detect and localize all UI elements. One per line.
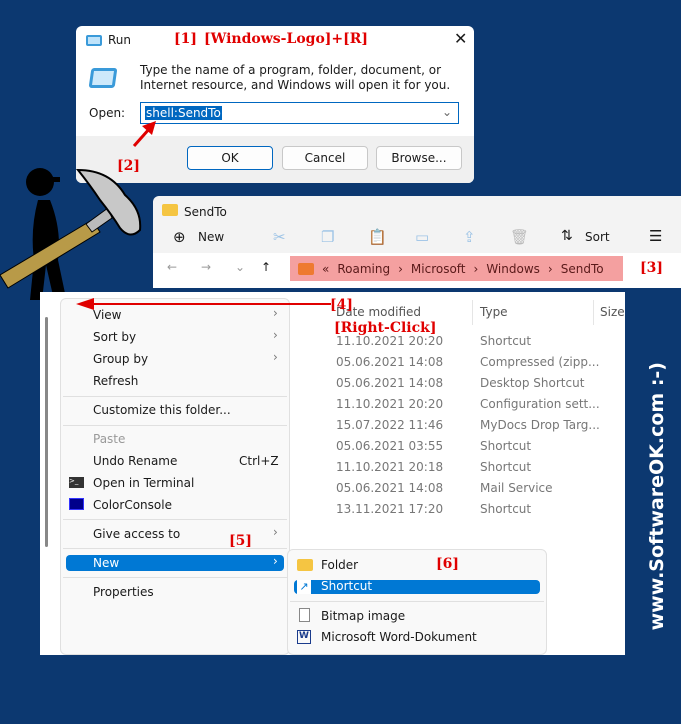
context-menu: View › Sort by › Group by › Refresh Customi… bbox=[60, 298, 290, 655]
menu-item-colorconsole[interactable]: ColorConsole bbox=[93, 495, 172, 515]
sort-button[interactable]: Sort bbox=[585, 230, 610, 244]
folder-icon bbox=[298, 262, 314, 275]
run-large-icon bbox=[88, 68, 118, 88]
breadcrumb-sendto[interactable]: SendTo bbox=[561, 262, 604, 276]
row-type[interactable]: Mail Service bbox=[480, 481, 553, 495]
menu-item-paste[interactable]: Paste bbox=[93, 429, 125, 449]
toolbar: ⊕ New ✂ ❐ 📋 ▭ ⇪ 🗑 ⇅ Sort ☰ bbox=[153, 224, 681, 254]
row-type[interactable]: Shortcut bbox=[480, 334, 531, 348]
menu-icon[interactable]: ☰ bbox=[649, 227, 662, 245]
row-date[interactable]: 05.06.2021 14:08 bbox=[336, 481, 443, 495]
folder-icon bbox=[162, 204, 178, 216]
undo-shortcut: Ctrl+Z bbox=[239, 454, 279, 468]
folder-icon bbox=[297, 559, 313, 571]
annotation-6: [6] bbox=[436, 556, 459, 572]
copy-icon[interactable]: ❐ bbox=[321, 228, 334, 246]
row-date[interactable]: 05.06.2021 14:08 bbox=[336, 376, 443, 390]
menu-item-new[interactable]: New bbox=[93, 553, 119, 573]
paste-icon[interactable]: 📋 bbox=[368, 228, 387, 246]
menu-item-sort-by[interactable]: Sort by bbox=[93, 327, 136, 347]
delete-icon[interactable]: 🗑 bbox=[510, 228, 529, 246]
row-date[interactable]: 11.10.2021 20:20 bbox=[336, 334, 443, 348]
history-chevron-icon[interactable]: ⌄ bbox=[235, 260, 245, 274]
new-button[interactable]: New bbox=[198, 230, 224, 244]
rename-icon[interactable]: ▭ bbox=[415, 228, 429, 246]
terminal-icon: >_ bbox=[69, 477, 84, 488]
cancel-button[interactable]: Cancel bbox=[282, 146, 368, 170]
annotation-1-shortcut: [Windows-Logo]+[R] bbox=[204, 31, 369, 47]
sort-icon[interactable]: ⇅ bbox=[561, 228, 573, 244]
colorconsole-icon bbox=[69, 498, 84, 510]
submenu-item-shortcut[interactable]: Shortcut bbox=[321, 579, 372, 593]
row-type[interactable]: MyDocs Drop Targ... bbox=[480, 418, 600, 432]
row-type[interactable]: Configuration sett... bbox=[480, 397, 600, 411]
menu-item-open-terminal[interactable]: Open in Terminal bbox=[93, 473, 194, 493]
up-icon[interactable]: ↑ bbox=[261, 260, 271, 274]
close-icon[interactable]: ✕ bbox=[454, 29, 467, 48]
menu-item-refresh[interactable]: Refresh bbox=[93, 371, 138, 391]
annotation-1: [1] bbox=[174, 31, 197, 47]
row-date[interactable]: 15.07.2022 11:46 bbox=[336, 418, 443, 432]
row-type[interactable]: Compressed (zipp... bbox=[480, 355, 599, 369]
open-combobox[interactable]: shell:SendTo ⌄ bbox=[140, 102, 459, 124]
annotation-4: [4] bbox=[330, 297, 353, 313]
annotation-right-click: [Right-Click] bbox=[334, 320, 437, 336]
address-row: ← → ⌄ ↑ « Roaming › Microsoft › Windows › S… bbox=[153, 253, 681, 288]
menu-item-group-by[interactable]: Group by bbox=[93, 349, 148, 369]
run-icon bbox=[86, 35, 102, 46]
shortcut-arrow-icon: ↗ bbox=[297, 580, 311, 594]
window-title: SendTo bbox=[184, 205, 227, 219]
row-type[interactable]: Desktop Shortcut bbox=[480, 376, 584, 390]
menu-item-undo-rename[interactable]: Undo Rename bbox=[93, 451, 177, 471]
breadcrumb-roaming[interactable]: Roaming bbox=[337, 262, 390, 276]
hammer-man-clipart bbox=[0, 168, 142, 300]
back-icon[interactable]: ← bbox=[167, 260, 177, 274]
submenu-item-bitmap[interactable]: Bitmap image bbox=[321, 609, 405, 623]
new-submenu: Folder [6] ↗ Shortcut Bitmap image W Mic… bbox=[287, 549, 547, 655]
explorer-window: SendTo ⊕ New ✂ ❐ 📋 ▭ ⇪ 🗑 ⇅ Sort ☰ ← → ⌄ … bbox=[153, 196, 681, 288]
row-type[interactable]: Shortcut bbox=[480, 502, 531, 516]
submenu-item-word[interactable]: Microsoft Word-Dokument bbox=[321, 630, 477, 644]
row-type[interactable]: Shortcut bbox=[480, 439, 531, 453]
forward-icon[interactable]: → bbox=[201, 260, 211, 274]
breadcrumb-microsoft[interactable]: Microsoft bbox=[411, 262, 466, 276]
browse-button[interactable]: Browse... bbox=[376, 146, 462, 170]
side-watermark-text: www.SoftwareOK.com :-) bbox=[646, 362, 668, 631]
submenu-item-folder[interactable]: Folder bbox=[321, 558, 358, 572]
run-description: Type the name of a program, folder, docu… bbox=[140, 63, 451, 92]
annotation-3: [3] bbox=[640, 260, 663, 276]
arrow-annotation-2 bbox=[132, 121, 156, 147]
address-bar[interactable]: « Roaming › Microsoft › Windows › SendTo bbox=[290, 256, 623, 281]
row-date[interactable]: 11.10.2021 20:18 bbox=[336, 460, 443, 474]
share-icon[interactable]: ⇪ bbox=[463, 228, 476, 246]
row-date[interactable]: 05.06.2021 03:55 bbox=[336, 439, 443, 453]
chevron-down-icon[interactable]: ⌄ bbox=[442, 105, 452, 119]
annotation-5: [5] bbox=[229, 533, 252, 549]
word-icon: W bbox=[297, 630, 311, 644]
menu-item-properties[interactable]: Properties bbox=[93, 582, 154, 602]
row-type[interactable]: Shortcut bbox=[480, 460, 531, 474]
cut-icon[interactable]: ✂ bbox=[273, 228, 286, 246]
row-date[interactable]: 05.06.2021 14:08 bbox=[336, 355, 443, 369]
row-date[interactable]: 13.11.2021 17:20 bbox=[336, 502, 443, 516]
plus-circle-icon[interactable]: ⊕ bbox=[173, 228, 186, 246]
arrow-annotation-4 bbox=[76, 298, 331, 310]
menu-item-customize[interactable]: Customize this folder... bbox=[93, 400, 231, 420]
column-size[interactable]: Size bbox=[600, 305, 625, 319]
open-label: Open: bbox=[89, 106, 126, 120]
menu-item-give-access[interactable]: Give access to bbox=[93, 524, 180, 544]
ok-button[interactable]: OK bbox=[187, 146, 273, 170]
bitmap-icon bbox=[299, 608, 310, 622]
breadcrumb-windows[interactable]: Windows bbox=[486, 262, 540, 276]
run-title: Run bbox=[108, 33, 132, 47]
scrollbar[interactable] bbox=[45, 317, 48, 547]
column-type[interactable]: Type bbox=[480, 305, 508, 319]
row-date[interactable]: 11.10.2021 20:20 bbox=[336, 397, 443, 411]
